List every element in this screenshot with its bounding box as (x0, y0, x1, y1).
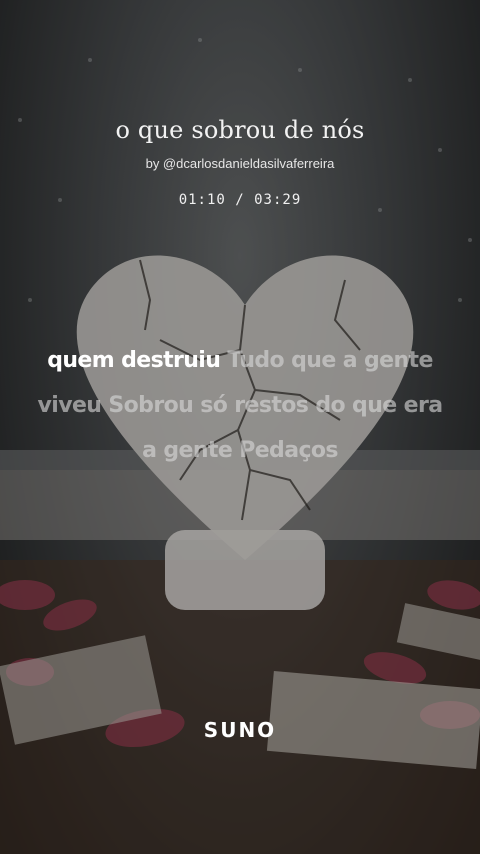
active-lyric: quem destruiu (47, 348, 228, 373)
playback-time: 01:10 / 03:29 (178, 192, 302, 208)
song-title: o que sobrou de nós (115, 116, 365, 144)
player-screen: o que sobrou de nós by @dcarlosdanieldas… (0, 0, 480, 854)
artist-credit: by @dcarlosdanieldasilvaferreira (145, 156, 335, 171)
lyrics-display: quem destruiu Tudo que a gente viveu Sob… (30, 338, 450, 473)
suno-logo: SUNO (203, 718, 277, 742)
